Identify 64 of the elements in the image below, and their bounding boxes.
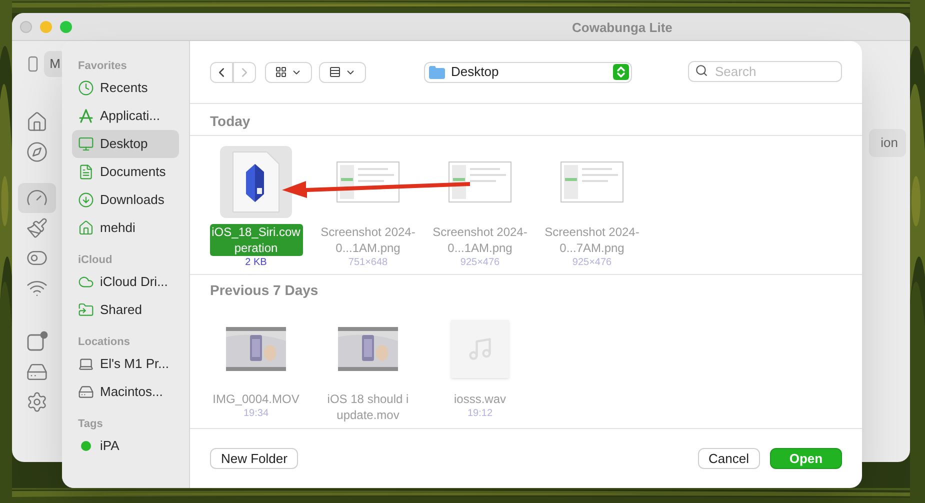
- drive-icon: [78, 384, 94, 400]
- sidebar-item[interactable]: Recents: [72, 74, 179, 102]
- sidebar-heading: Favorites: [77, 59, 128, 74]
- file-detail: 19:34: [243, 407, 269, 420]
- sidebar-item[interactable]: iCloud Dri...: [72, 268, 179, 296]
- sidebar-item[interactable]: Applicati...: [72, 102, 179, 130]
- file-detail: 925×476: [460, 256, 500, 269]
- sidebar-item[interactable]: El's M1 Pr...: [72, 350, 179, 378]
- location-dropdown[interactable]: Desktop: [424, 62, 632, 82]
- brush-icon: [26, 216, 48, 238]
- file-name: iOS 18 should i update.mov: [326, 391, 410, 423]
- rows-icon: [329, 66, 341, 78]
- file-icon: [231, 150, 281, 214]
- cloud-icon: [78, 274, 94, 290]
- document-icon: [78, 164, 94, 180]
- file-name: Screenshot 2024-0...7AM.png: [544, 224, 640, 256]
- shared-folder-icon: [78, 302, 94, 318]
- sidebar-item[interactable]: Desktop: [72, 130, 179, 158]
- view-button[interactable]: [265, 62, 312, 82]
- search-field[interactable]: Search: [688, 61, 842, 82]
- sidebar-heading: iCloud: [77, 253, 114, 268]
- file-name: IMG_0004.MOV: [212, 391, 300, 407]
- file-name: iOS_18_Siri.cowperation: [210, 224, 302, 256]
- sidebar-item[interactable]: Macintos...: [72, 378, 179, 406]
- file-detail: 751×648: [348, 256, 388, 269]
- sidebar-item[interactable]: mehdi: [72, 214, 179, 242]
- audio-file-icon: [451, 320, 509, 378]
- file-name: Screenshot 2024-0...1AM.png: [320, 224, 416, 256]
- file-detail: 19:12: [467, 407, 493, 420]
- sidebar-heading: Tags: [77, 417, 104, 432]
- sidebar-item[interactable]: iPA: [72, 432, 179, 460]
- square-dot-icon: [26, 330, 48, 352]
- search-icon: [695, 64, 708, 77]
- dialog-button[interactable]: New Folder: [210, 448, 298, 469]
- file-detail: 925×476: [572, 256, 612, 269]
- laptop-icon: [78, 356, 94, 372]
- clock-icon: [78, 80, 94, 96]
- file-name: Screenshot 2024-0...1AM.png: [432, 224, 528, 256]
- file-name: iosss.wav: [454, 391, 506, 407]
- sidebar-item[interactable]: Downloads: [72, 186, 179, 214]
- group-heading: Today: [190, 104, 862, 136]
- stepper-icon: [613, 64, 629, 80]
- folder-icon: [429, 66, 445, 78]
- download-icon: [78, 192, 94, 208]
- desktop-icon: [78, 136, 94, 152]
- dialog-button[interactable]: Cancel: [698, 448, 760, 469]
- window-title: Cowabunga Lite: [572, 19, 672, 37]
- nav-item[interactable]: [18, 182, 56, 212]
- sidebar-item[interactable]: Shared: [72, 296, 179, 324]
- group-heading: Previous 7 Days: [209, 281, 320, 299]
- gear-icon: [26, 390, 48, 412]
- phone-icon: [28, 56, 38, 72]
- sidebar-heading: Locations: [77, 335, 131, 350]
- back-button[interactable]: [210, 62, 233, 82]
- group-button[interactable]: [319, 62, 366, 82]
- option-button[interactable]: ion: [868, 129, 906, 156]
- file-detail: 2 KB: [245, 256, 267, 269]
- compass-icon: [26, 140, 48, 162]
- home-icon: [78, 220, 94, 236]
- file-thumbnail[interactable]: [220, 146, 292, 218]
- compass-tool-icon: [78, 108, 94, 124]
- grid-icon: [275, 66, 287, 78]
- sidebar-item[interactable]: Documents: [72, 158, 179, 186]
- home-icon: [26, 110, 48, 132]
